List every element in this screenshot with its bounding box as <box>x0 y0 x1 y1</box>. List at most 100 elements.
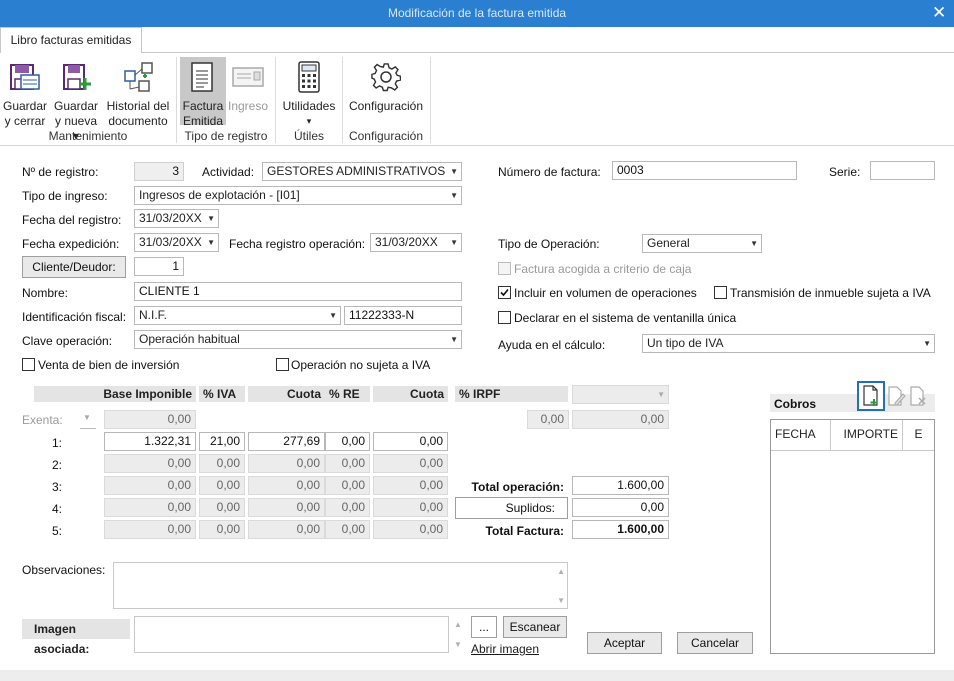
calculator-icon <box>280 59 338 95</box>
tax-cell-cuota[interactable]: 0,00 <box>248 454 325 473</box>
irpf-value-field[interactable]: 0,00 <box>572 410 669 429</box>
total-operation-field[interactable]: 1.600,00 <box>572 476 669 495</box>
include-volume-checkbox[interactable] <box>498 286 511 299</box>
tax-cell-cuota-re[interactable]: 0,00 <box>373 432 448 451</box>
settings-button[interactable]: Configuración <box>346 59 426 125</box>
tax-cell-re[interactable]: 0,00 <box>325 476 370 495</box>
tax-cell-iva[interactable]: 0,00 <box>199 454 245 473</box>
tax-cell-base[interactable]: 0,00 <box>104 498 196 517</box>
property-transfer-label: Transmisión de inmueble sujeta a IVA <box>730 286 931 300</box>
tax-cell-base[interactable]: 1.322,31 <box>104 432 196 451</box>
irpf-select[interactable]: ▼ <box>572 385 669 404</box>
cobros-column-importe[interactable]: IMPORTE <box>831 420 903 451</box>
tax-cell-iva[interactable]: 0,00 <box>199 498 245 517</box>
accept-button[interactable]: Aceptar <box>587 632 662 654</box>
tax-cell-cuota-re[interactable]: 0,00 <box>373 520 448 539</box>
tax-cell-iva[interactable]: 21,00 <box>199 432 245 451</box>
save-close-label-1: Guardar <box>2 99 48 113</box>
exempt-value[interactable]: 0,00 <box>104 410 196 429</box>
save-close-button[interactable]: Guardar y cerrar <box>2 59 48 128</box>
scroll-down-icon[interactable]: ▼ <box>557 596 565 605</box>
exempt-select[interactable]: ▼ <box>80 410 96 429</box>
cancel-button[interactable]: Cancelar <box>677 632 753 654</box>
operation-type-select[interactable]: General ▼ <box>642 234 762 253</box>
operation-type-value: General <box>647 236 690 250</box>
tax-cell-base[interactable]: 0,00 <box>104 476 196 495</box>
issue-date-value: 31/03/20XX <box>139 235 202 249</box>
operation-type-label: Tipo de Operación: <box>498 237 600 251</box>
name-field[interactable]: CLIENTE 1 <box>134 282 462 301</box>
scroll-up-icon[interactable]: ▲ <box>454 620 462 629</box>
issue-date-picker[interactable]: 31/03/20XX ▼ <box>134 233 219 252</box>
calculation-help-select[interactable]: Un tipo de IVA ▼ <box>642 334 935 353</box>
income-type-select[interactable]: Ingresos de explotación - [I01] ▼ <box>134 186 462 205</box>
browse-image-button[interactable]: ... <box>471 616 497 638</box>
tax-cell-base[interactable]: 0,00 <box>104 454 196 473</box>
chevron-down-icon: ▾ <box>306 116 312 126</box>
fiscal-id-type-value: N.I.F. <box>139 308 168 322</box>
header-base: Base Imponible <box>34 386 196 402</box>
tax-cell-iva[interactable]: 0,00 <box>199 476 245 495</box>
tax-cell-cuota-re[interactable]: 0,00 <box>373 454 448 473</box>
tax-row-label: 4: <box>52 502 63 516</box>
observations-label: Observaciones: <box>22 563 106 577</box>
one-stop-shop-checkbox[interactable] <box>498 311 511 324</box>
scroll-up-icon[interactable]: ▲ <box>557 567 565 576</box>
tax-cell-cuota[interactable]: 0,00 <box>248 520 325 539</box>
supplies-button[interactable]: Suplidos: <box>455 497 568 519</box>
document-history-button[interactable]: Historial del documento <box>104 59 172 128</box>
cobros-column-e[interactable]: E <box>903 420 934 451</box>
cash-criterion-checkbox[interactable] <box>498 262 511 275</box>
scroll-down-icon[interactable]: ▼ <box>454 640 462 649</box>
fiscal-id-field[interactable]: 11222333-N <box>344 306 462 325</box>
utilities-label: Utilidades <box>282 99 336 113</box>
save-new-button[interactable]: Guardar y nueva ▾ <box>52 59 100 143</box>
cobros-column-fecha[interactable]: FECHA <box>771 420 831 451</box>
tax-cell-base[interactable]: 0,00 <box>104 520 196 539</box>
operation-registration-date-picker[interactable]: 31/03/20XX ▼ <box>370 233 462 252</box>
chevron-down-icon: ▼ <box>657 390 665 399</box>
tax-cell-re[interactable]: 0,00 <box>325 454 370 473</box>
edit-payment-button[interactable] <box>885 383 907 411</box>
tax-cell-re[interactable]: 0,00 <box>325 498 370 517</box>
tax-cell-cuota[interactable]: 277,69 <box>248 432 325 451</box>
invoice-issued-label-1: Factura <box>182 99 224 113</box>
scan-button[interactable]: Escanear <box>503 616 567 638</box>
income-icon <box>228 59 268 95</box>
tax-cell-cuota-re[interactable]: 0,00 <box>373 476 448 495</box>
registration-date-picker[interactable]: 31/03/20XX ▼ <box>134 209 219 228</box>
tax-cell-cuota[interactable]: 0,00 <box>248 476 325 495</box>
tax-cell-iva[interactable]: 0,00 <box>199 520 245 539</box>
client-debtor-button[interactable]: Cliente/Deudor: <box>22 256 126 278</box>
supplies-field[interactable]: 0,00 <box>572 498 669 517</box>
registration-number-field[interactable]: 3 <box>134 162 184 181</box>
client-number-field[interactable]: 1 <box>134 257 184 276</box>
associated-image-field[interactable] <box>134 616 449 653</box>
series-field[interactable] <box>870 161 935 180</box>
property-transfer-checkbox[interactable] <box>714 286 727 299</box>
group-utiles: Útiles <box>293 129 324 143</box>
tax-cell-re[interactable]: 0,00 <box>325 520 370 539</box>
tax-cell-cuota-re[interactable]: 0,00 <box>373 498 448 517</box>
invoice-issued-button[interactable]: Factura Emitida <box>180 57 226 128</box>
investment-asset-checkbox[interactable] <box>22 358 35 371</box>
activity-select[interactable]: GESTORES ADMINISTRATIVOS ▼ <box>262 162 462 181</box>
not-subject-vat-label: Operación no sujeta a IVA <box>291 358 431 372</box>
operation-key-select[interactable]: Operación habitual ▼ <box>134 330 462 349</box>
tab-libro-facturas-emitidas[interactable]: Libro facturas emitidas <box>0 27 142 53</box>
observations-textarea[interactable]: ▲ ▼ <box>113 562 568 609</box>
irpf-percent-field[interactable]: 0,00 <box>527 410 569 429</box>
delete-payment-button[interactable] <box>907 383 929 411</box>
utilities-button[interactable]: Utilidades ▾ <box>280 59 338 126</box>
invoice-number-field[interactable]: 0003 <box>612 161 797 180</box>
open-image-link[interactable]: Abrir imagen <box>471 642 539 656</box>
tax-cell-re[interactable]: 0,00 <box>325 432 370 451</box>
fiscal-id-type-select[interactable]: N.I.F. ▼ <box>134 306 341 325</box>
cobros-table[interactable]: FECHA IMPORTE E <box>770 419 935 654</box>
add-payment-button[interactable] <box>857 381 885 411</box>
close-icon[interactable]: ✕ <box>932 0 946 27</box>
income-button[interactable]: Ingreso <box>228 59 268 125</box>
total-invoice-field[interactable]: 1.600,00 <box>572 520 669 539</box>
not-subject-vat-checkbox[interactable] <box>276 358 289 371</box>
tax-cell-cuota[interactable]: 0,00 <box>248 498 325 517</box>
